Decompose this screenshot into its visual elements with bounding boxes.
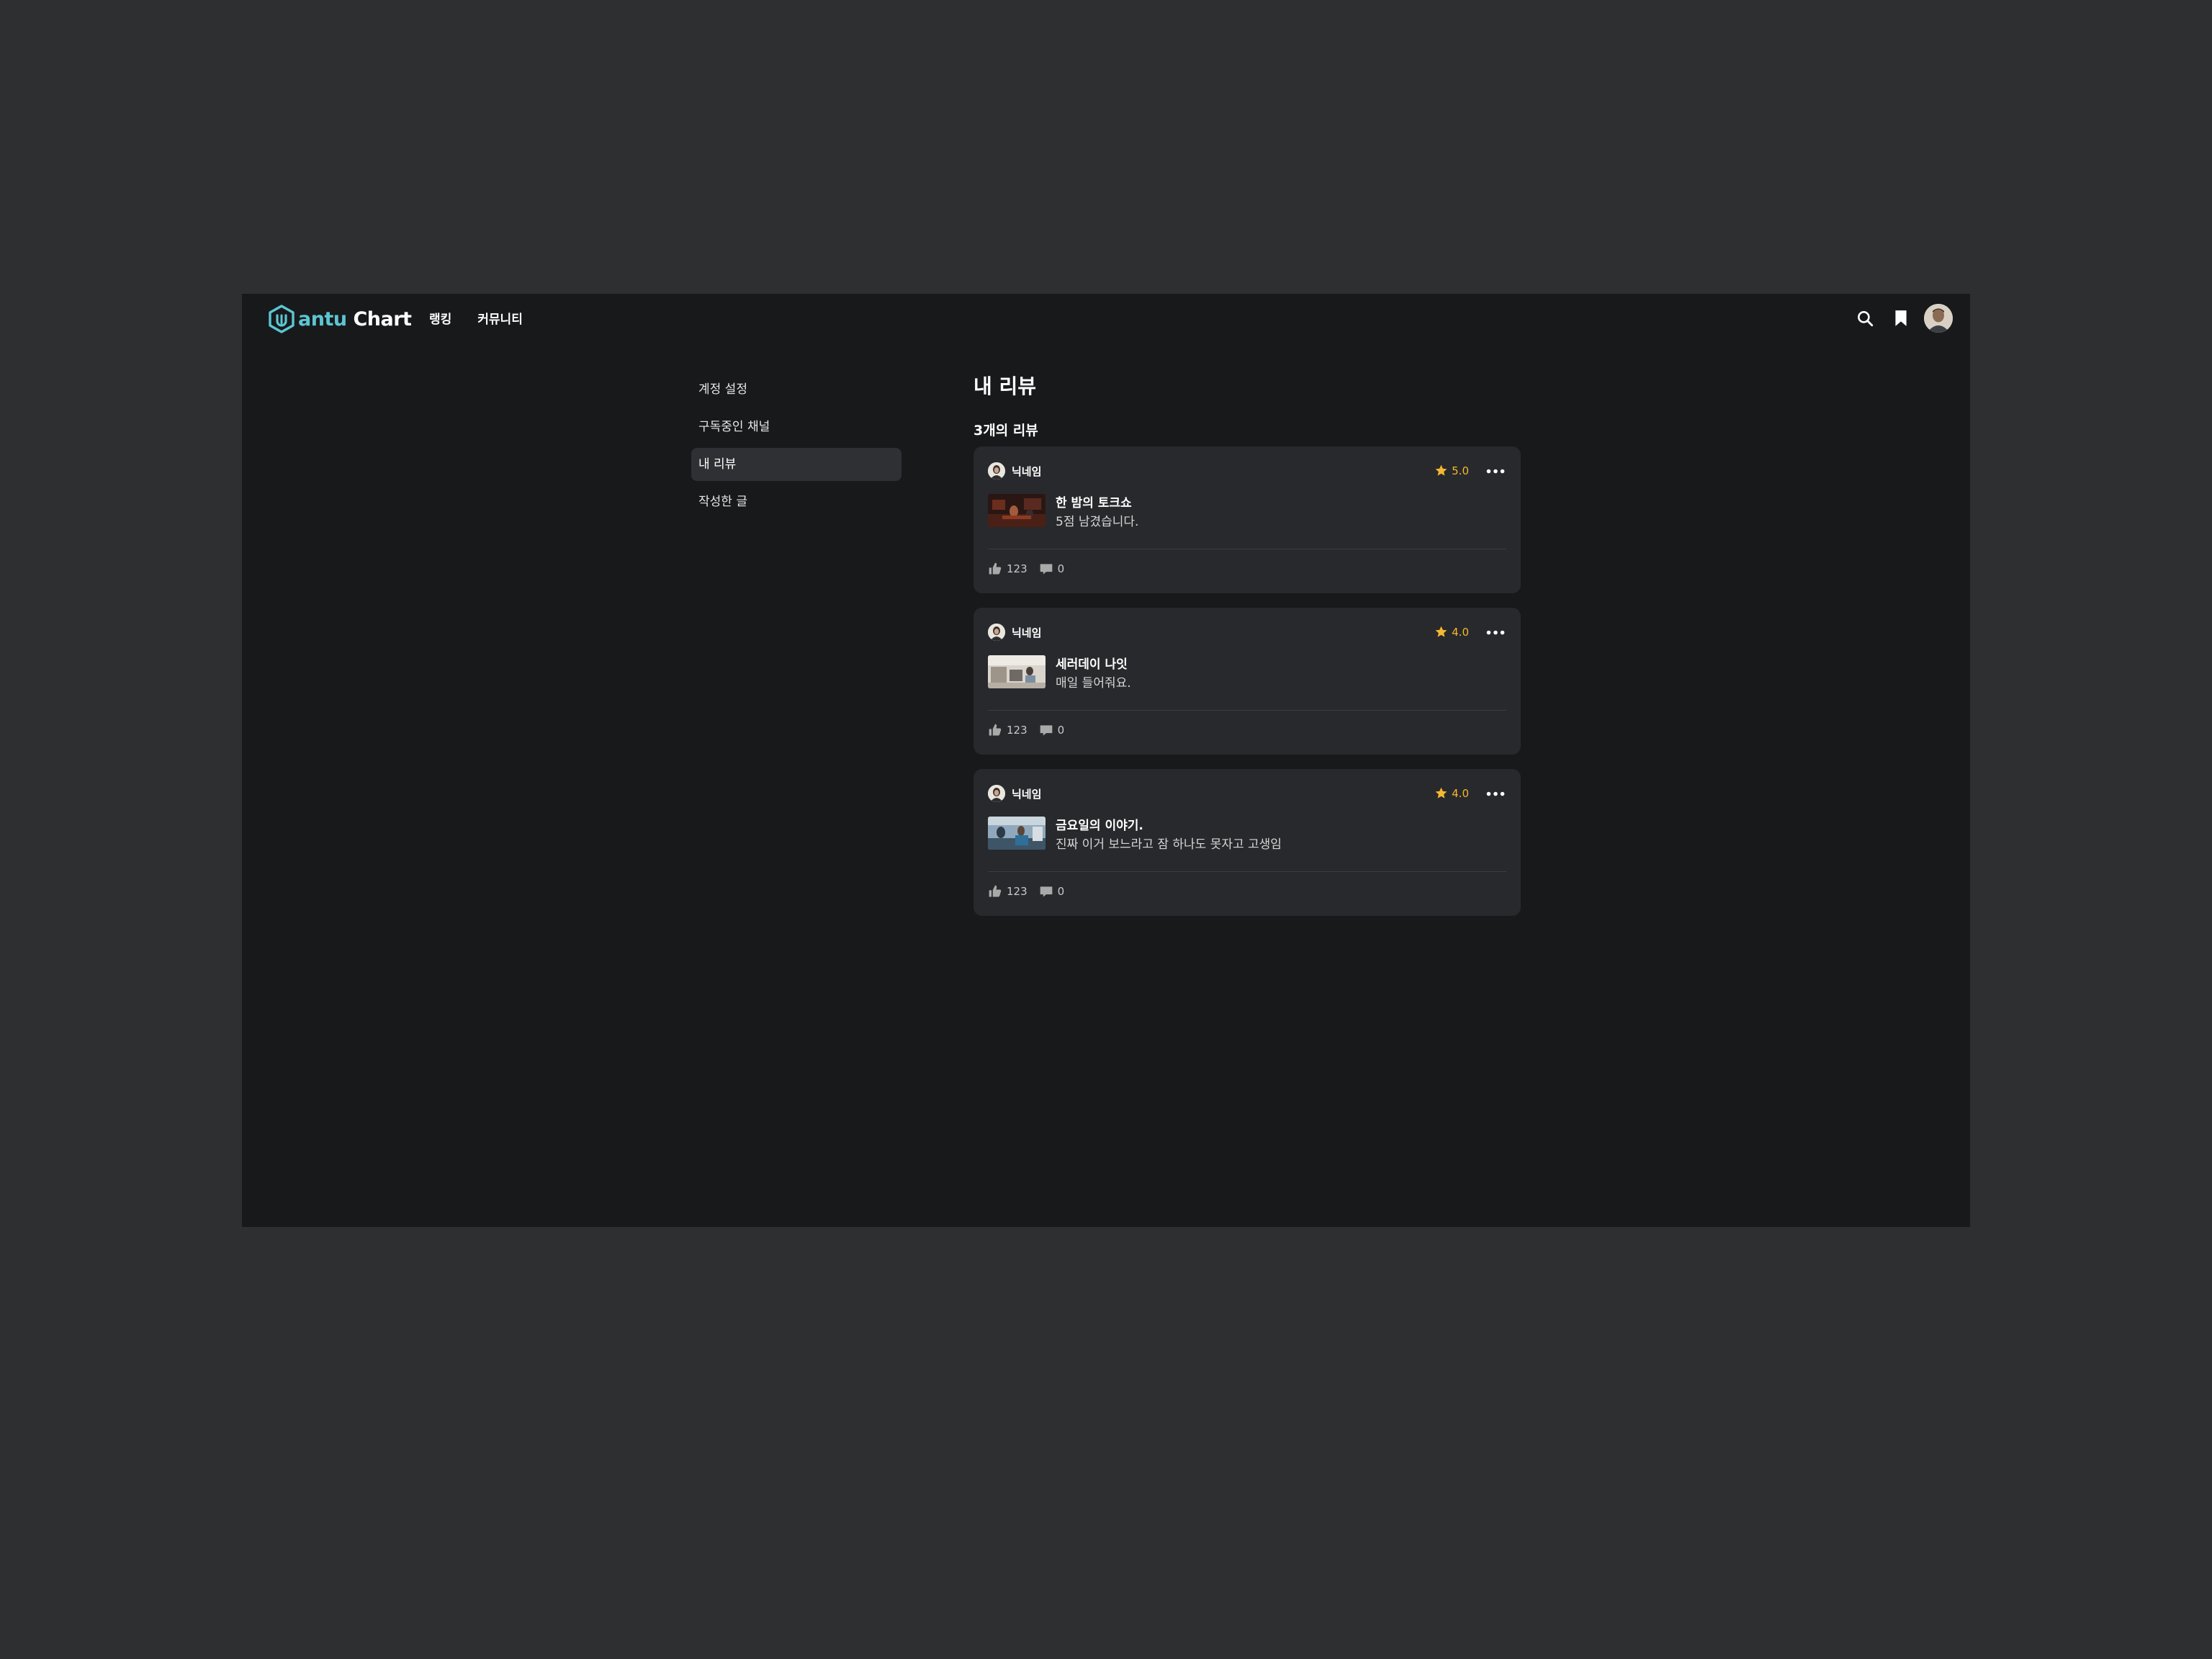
header-actions — [1851, 304, 1953, 333]
sidebar-item-my-reviews[interactable]: 내 리뷰 — [691, 448, 902, 481]
sidebar: 계정 설정 구독중인 채널 내 리뷰 작성한 글 — [691, 373, 902, 523]
star-icon — [1435, 626, 1447, 637]
like-button[interactable]: 123 — [988, 884, 1028, 899]
review-texts: 한 밤의 토크쇼 5점 남겼습니다. — [1056, 494, 1138, 531]
comment-button[interactable]: 0 — [1039, 884, 1065, 899]
thumbnail-image-icon — [988, 655, 1046, 688]
sidebar-item-account-settings[interactable]: 계정 설정 — [691, 373, 902, 406]
author-name: 닉네임 — [1012, 787, 1042, 801]
comment-icon — [1040, 886, 1052, 897]
content-title[interactable]: 세러데이 나잇 — [1056, 655, 1131, 674]
review-body: 매일 들어줘요. — [1056, 676, 1131, 691]
review-count: 3개의 리뷰 — [974, 423, 1038, 439]
like-count: 123 — [1007, 724, 1028, 737]
thumbnail-image-icon — [988, 494, 1046, 527]
bookmark-button[interactable] — [1887, 304, 1915, 333]
nav-community[interactable]: 커뮤니티 — [477, 309, 523, 327]
star-icon — [1435, 787, 1447, 799]
sidebar-item-my-posts[interactable]: 작성한 글 — [691, 485, 902, 518]
search-button[interactable] — [1851, 304, 1879, 333]
review-author[interactable]: 닉네임 — [988, 462, 1041, 480]
comment-count: 0 — [1057, 562, 1065, 575]
bookmark-icon — [1895, 310, 1907, 326]
rating: 4.0 — [1434, 625, 1469, 639]
star-icon — [1435, 464, 1447, 476]
review-texts: 세러데이 나잇 매일 들어줘요. — [1056, 655, 1131, 693]
avatar-icon — [1924, 304, 1953, 333]
like-button[interactable]: 123 — [988, 723, 1028, 737]
comment-icon — [1040, 725, 1052, 736]
comment-icon — [1040, 564, 1052, 575]
review-card: 닉네임 4.0 — [974, 769, 1521, 916]
author-avatar-icon — [988, 462, 1005, 480]
profile-avatar[interactable] — [1924, 304, 1953, 333]
more-icon — [1486, 630, 1505, 634]
like-count: 123 — [1007, 562, 1028, 575]
more-icon — [1486, 791, 1505, 796]
sidebar-item-subscribed-channels[interactable]: 구독중인 채널 — [691, 410, 902, 444]
comment-count: 0 — [1057, 885, 1065, 898]
thumbs-up-icon — [989, 885, 1002, 897]
rating: 5.0 — [1434, 464, 1469, 477]
logo-text: antu Chart — [298, 307, 412, 331]
divider — [988, 710, 1506, 711]
content-title[interactable]: 한 밤의 토크쇼 — [1056, 494, 1138, 513]
rating-value: 5.0 — [1452, 464, 1469, 477]
content-title[interactable]: 금요일의 이야기. — [1056, 817, 1282, 835]
rating-value: 4.0 — [1452, 625, 1469, 639]
content-thumbnail[interactable] — [988, 655, 1046, 688]
nav-ranking[interactable]: 랭킹 — [429, 309, 451, 327]
review-footer: 123 0 — [988, 723, 1076, 737]
review-list: 닉네임 5.0 한 밤의 토크쇼 5점 남겼습니다. 123 0 닉네임 4.0… — [974, 446, 1521, 916]
review-texts: 금요일의 이야기. 진짜 이거 보느라고 잠 하나도 못자고 고생임 — [1056, 817, 1282, 854]
more-options-button[interactable] — [1485, 462, 1506, 480]
avatar — [988, 462, 1005, 480]
rating: 4.0 — [1434, 786, 1469, 800]
avatar — [988, 624, 1005, 641]
content-thumbnail[interactable] — [988, 817, 1046, 850]
review-author[interactable]: 닉네임 — [988, 624, 1041, 641]
search-icon — [1858, 311, 1874, 327]
thumbs-up-icon — [989, 724, 1002, 736]
header: antu Chart 랭킹 커뮤니티 — [242, 294, 1970, 343]
comment-count: 0 — [1057, 724, 1065, 737]
logo[interactable]: antu Chart — [266, 303, 412, 335]
rating-value: 4.0 — [1452, 786, 1469, 800]
author-avatar-icon — [988, 624, 1005, 641]
author-name: 닉네임 — [1012, 626, 1042, 639]
review-body: 진짜 이거 보느라고 잠 하나도 못자고 고생임 — [1056, 837, 1282, 852]
review-body: 5점 남겼습니다. — [1056, 515, 1139, 529]
logo-text-accent: antu — [298, 307, 347, 331]
author-avatar-icon — [988, 785, 1005, 802]
comment-button[interactable]: 0 — [1039, 723, 1065, 737]
review-card: 닉네임 5.0 한 밤의 토크쇼 5점 남겼습니다. 123 0 — [974, 446, 1521, 593]
like-button[interactable]: 123 — [988, 562, 1028, 576]
app-window: antu Chart 랭킹 커뮤니티 계정 설정 구독중인 채널 내 리뷰 작성… — [242, 294, 1970, 1227]
main-content: 내 리뷰 3개의 리뷰 닉네임 5.0 한 밤의 토크쇼 5점 남겼습니다. 1… — [974, 373, 1521, 930]
divider — [988, 871, 1506, 872]
more-options-button[interactable] — [1485, 785, 1506, 802]
thumbs-up-icon — [989, 562, 1002, 575]
like-count: 123 — [1007, 885, 1028, 898]
content-thumbnail[interactable] — [988, 494, 1046, 527]
thumbnail-image-icon — [988, 817, 1046, 850]
review-author[interactable]: 닉네임 — [988, 785, 1041, 802]
top-nav: 랭킹 커뮤니티 — [429, 309, 523, 327]
author-name: 닉네임 — [1012, 464, 1042, 478]
review-footer: 123 0 — [988, 562, 1076, 576]
review-footer: 123 0 — [988, 884, 1076, 899]
logo-text-rest: Chart — [346, 307, 412, 331]
avatar — [988, 785, 1005, 802]
comment-button[interactable]: 0 — [1039, 562, 1065, 576]
review-card: 닉네임 4.0 — [974, 608, 1521, 755]
logo-mark-icon — [269, 305, 295, 333]
more-icon — [1486, 469, 1505, 473]
more-options-button[interactable] — [1485, 624, 1506, 641]
page-title: 내 리뷰 — [974, 374, 1037, 398]
